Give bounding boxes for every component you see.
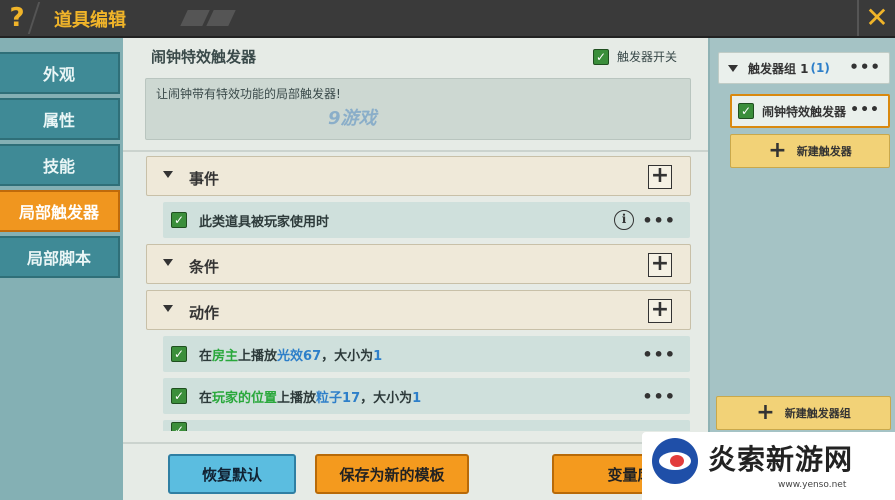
more-options-icon[interactable]: •••: [850, 102, 880, 118]
action-size[interactable]: 1: [412, 391, 421, 406]
new-trigger-group-label: 新建触发器组: [784, 407, 851, 420]
watermark-logo: 9游戏: [328, 108, 377, 129]
reset-default-button[interactable]: 恢复默认: [168, 454, 296, 494]
trigger-group-header[interactable]: 触发器组 1 (1) •••: [718, 52, 890, 84]
trigger-editor-panel: 闹钟特效触发器 ✓ 触发器开关 让闹钟带有特效功能的局部触发器! 9游戏 事件 …: [123, 38, 708, 500]
add-action-button[interactable]: +: [648, 299, 672, 323]
site-url: www.yenso.net: [778, 480, 847, 490]
sidebar: 外观 属性 技能 局部触发器 局部脚本: [0, 38, 123, 500]
site-watermark: 炎索新游网 www.yenso.net: [642, 432, 895, 500]
new-trigger-button[interactable]: + 新建触发器: [730, 134, 890, 168]
event-row[interactable]: ✓ 此类道具被玩家使用时 i •••: [163, 202, 690, 238]
action-text: 在房主上播放光效67，大小为1: [199, 348, 383, 364]
new-trigger-group-button[interactable]: + 新建触发器组: [716, 396, 891, 430]
sidebar-item-local-triggers[interactable]: 局部触发器: [0, 190, 120, 232]
group-label: 条件: [189, 258, 220, 276]
collapse-caret-icon[interactable]: [728, 64, 738, 72]
more-options-icon[interactable]: •••: [849, 58, 881, 76]
more-options-icon[interactable]: •••: [642, 211, 676, 230]
action-target[interactable]: 房主: [212, 349, 238, 364]
more-options-icon[interactable]: •••: [642, 387, 676, 406]
event-text: 此类道具被玩家使用时: [199, 214, 330, 230]
row-checkbox[interactable]: ✓: [171, 212, 187, 228]
top-bar: ? 道具编辑 ✕: [0, 0, 895, 38]
action-text: 在玩家的位置上播放粒子17，大小为1: [199, 390, 422, 406]
action-size[interactable]: 1: [373, 349, 382, 364]
site-logo-icon: [652, 438, 698, 484]
trigger-groups-panel: 触发器组 1 (1) ••• ✓ 闹钟特效触发器 ••• + 新建触发器 + 新…: [708, 38, 895, 500]
description-box[interactable]: 让闹钟带有特效功能的局部触发器! 9游戏: [145, 78, 691, 140]
action-row-partial[interactable]: ✓: [163, 420, 690, 431]
group-label: 动作: [189, 304, 220, 322]
trigger-switch-checkbox[interactable]: ✓: [593, 48, 609, 65]
group-label: 事件: [189, 170, 220, 188]
action-target[interactable]: 玩家的位置: [212, 391, 277, 406]
row-checkbox[interactable]: ✓: [171, 388, 187, 404]
action-effect[interactable]: 粒子17: [316, 391, 360, 406]
more-options-icon[interactable]: •••: [642, 345, 676, 364]
divider: [123, 150, 708, 152]
group-header-event[interactable]: 事件 +: [146, 156, 691, 196]
row-checkbox[interactable]: ✓: [171, 422, 187, 431]
trigger-group-count: (1): [810, 61, 830, 75]
plus-icon: +: [756, 400, 775, 425]
trigger-title: 闹钟特效触发器: [151, 48, 257, 66]
add-event-button[interactable]: +: [648, 165, 672, 189]
plus-icon: +: [768, 138, 787, 163]
trigger-switch-label: 触发器开关: [617, 50, 678, 64]
trigger-group-label: 触发器组 1: [748, 61, 809, 76]
row-checkbox[interactable]: ✓: [171, 346, 187, 362]
save-as-template-button[interactable]: 保存为新的模板: [315, 454, 469, 494]
decorative-stripe: [206, 10, 236, 26]
new-trigger-label: 新建触发器: [796, 145, 852, 158]
info-icon[interactable]: i: [614, 210, 634, 230]
collapse-caret-icon[interactable]: [163, 171, 173, 178]
sidebar-item-appearance[interactable]: 外观: [0, 52, 120, 94]
trigger-item-label: 闹钟特效触发器: [762, 104, 847, 119]
group-header-condition[interactable]: 条件 +: [146, 244, 691, 284]
action-effect[interactable]: 光效67: [277, 349, 321, 364]
trigger-switch[interactable]: ✓ 触发器开关: [593, 48, 677, 65]
action-row[interactable]: ✓ 在玩家的位置上播放粒子17，大小为1 •••: [163, 378, 690, 414]
trigger-item-checkbox[interactable]: ✓: [738, 103, 754, 119]
trigger-content-list[interactable]: 事件 + ✓ 此类道具被玩家使用时 i ••• 条件 + 动作 + ✓ 在房主上…: [146, 156, 691, 431]
page-title: 道具编辑: [54, 10, 126, 31]
site-name: 炎索新游网: [708, 443, 854, 476]
sidebar-item-attributes[interactable]: 属性: [0, 98, 120, 140]
trigger-item-selected[interactable]: ✓ 闹钟特效触发器 •••: [730, 94, 890, 128]
sidebar-item-skills[interactable]: 技能: [0, 144, 120, 186]
sidebar-item-local-scripts[interactable]: 局部脚本: [0, 236, 120, 278]
close-icon[interactable]: ✕: [857, 0, 895, 36]
decorative-stripe: [180, 10, 210, 26]
group-header-action[interactable]: 动作 +: [146, 290, 691, 330]
description-text: 让闹钟带有特效功能的局部触发器!: [156, 87, 341, 101]
add-condition-button[interactable]: +: [648, 253, 672, 277]
action-row[interactable]: ✓ 在房主上播放光效67，大小为1 •••: [163, 336, 690, 372]
collapse-caret-icon[interactable]: [163, 259, 173, 266]
collapse-caret-icon[interactable]: [163, 305, 173, 312]
bottom-toolbar: 恢复默认 保存为新的模板 变量库: [123, 442, 708, 500]
